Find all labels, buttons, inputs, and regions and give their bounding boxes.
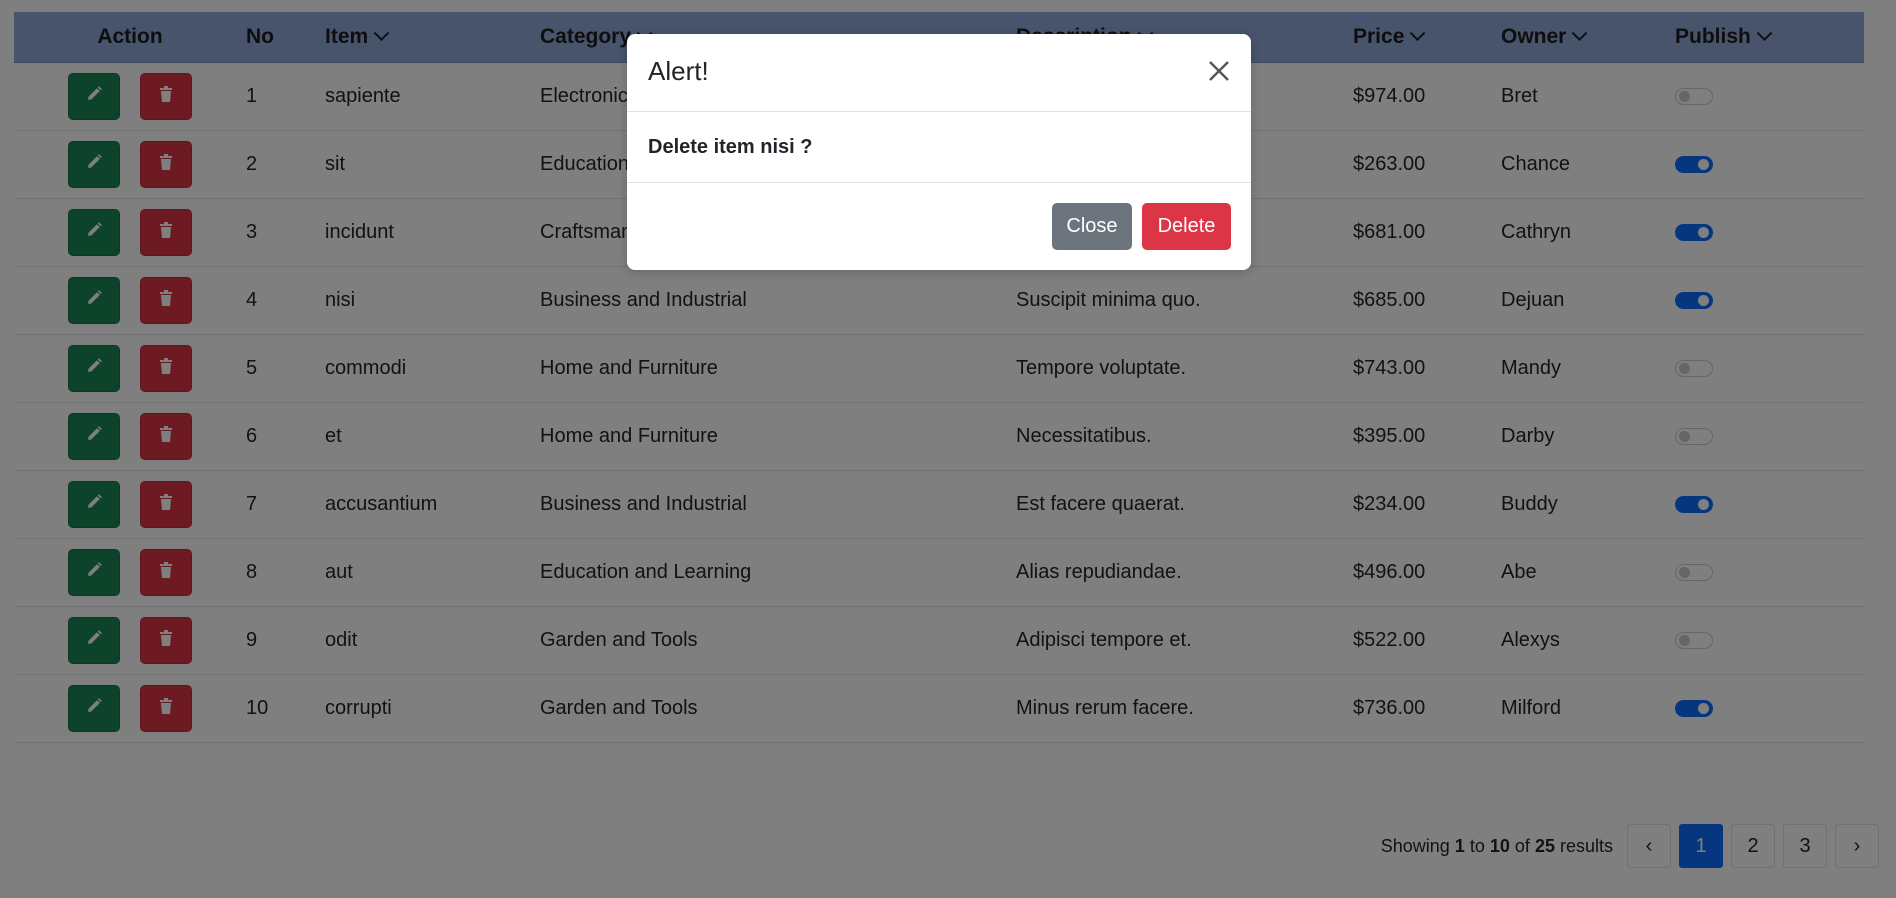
- delete-confirm-modal: Alert! Delete item nisi ? Close Delete: [627, 34, 1251, 270]
- close-button[interactable]: Close: [1052, 203, 1132, 250]
- modal-title: Alert!: [648, 56, 709, 86]
- modal-message: Delete item nisi ?: [648, 136, 813, 158]
- delete-button[interactable]: Delete: [1142, 203, 1231, 250]
- close-icon[interactable]: [1204, 56, 1234, 86]
- modal-footer: Close Delete: [627, 183, 1251, 271]
- modal-body: Delete item nisi ?: [627, 112, 1251, 183]
- modal-header: Alert!: [627, 34, 1251, 112]
